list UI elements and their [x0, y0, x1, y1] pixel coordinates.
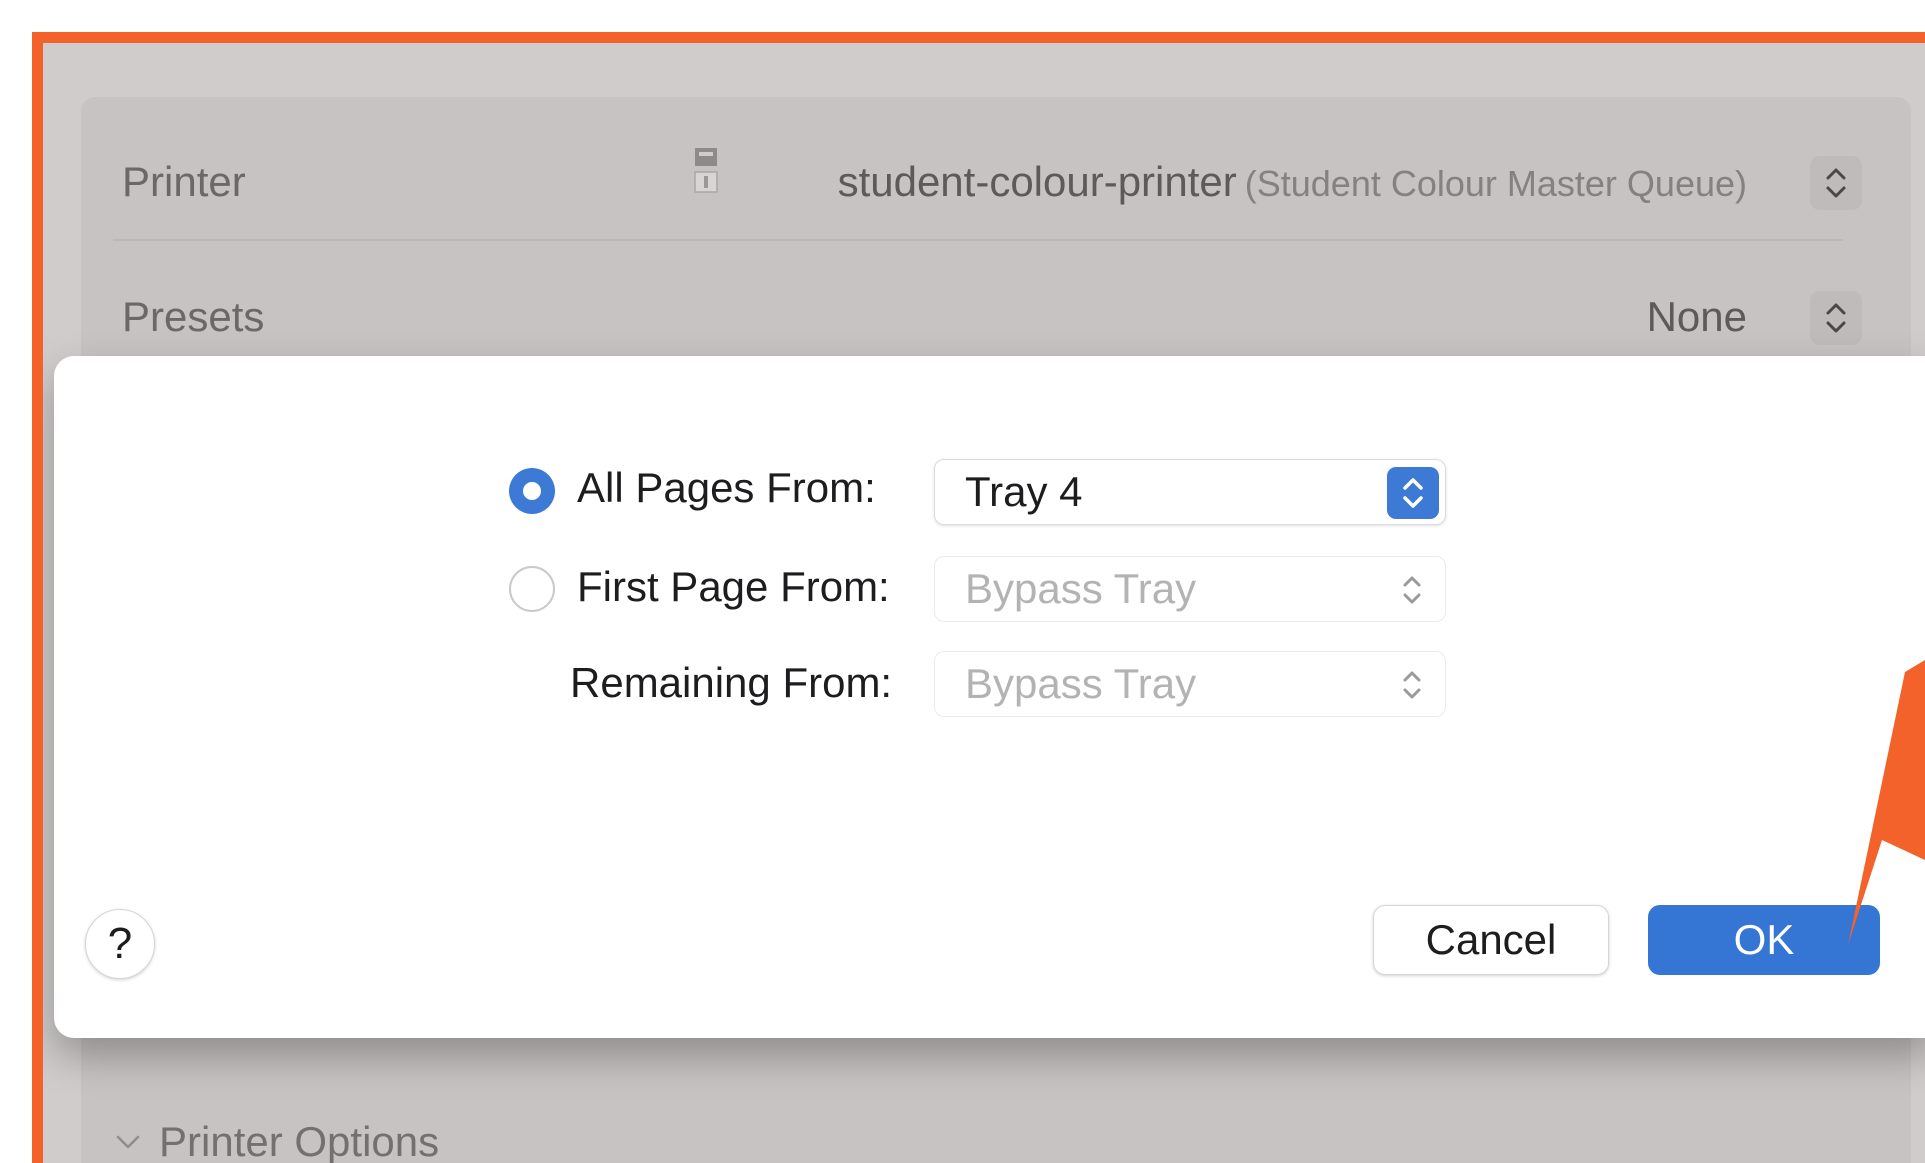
first-page-radio[interactable] [509, 566, 555, 612]
all-pages-source-value: Tray 4 [965, 468, 1083, 515]
chevron-updown-icon [1403, 576, 1421, 604]
popup-arrows [1387, 467, 1439, 519]
ok-button[interactable]: OK [1648, 905, 1880, 975]
chevron-updown-icon [1826, 168, 1846, 198]
printer-popup-arrows[interactable] [1810, 156, 1862, 210]
chevron-updown-icon [1826, 303, 1846, 333]
printer-options-disclosure[interactable]: Printer Options [115, 1118, 439, 1163]
remaining-source-value: Bypass Tray [965, 660, 1197, 707]
first-page-label: First Page From: [577, 563, 890, 610]
presets-value[interactable]: None [1647, 293, 1747, 341]
cancel-button[interactable]: Cancel [1373, 905, 1609, 975]
all-pages-label: All Pages From: [577, 464, 876, 511]
highlight-frame: Printer student-colour-printer (Student C… [32, 32, 1925, 1163]
printer-icon [694, 148, 718, 193]
printer-options-label: Printer Options [159, 1118, 440, 1163]
printer-selector[interactable]: student-colour-printer (Student Colour Ma… [838, 158, 1747, 206]
chevron-down-icon [116, 1135, 140, 1149]
first-page-source-value: Bypass Tray [965, 565, 1197, 612]
all-pages-radio[interactable] [509, 468, 555, 514]
presets-label: Presets [122, 293, 265, 340]
chevron-updown-icon [1403, 478, 1423, 508]
help-button[interactable]: ? [85, 909, 155, 979]
presets-popup-arrows[interactable] [1810, 291, 1862, 345]
popup-arrows [1389, 567, 1435, 613]
divider [113, 239, 1843, 241]
paper-feed-sheet: All Pages From: Tray 4 First Page From: … [54, 356, 1925, 1038]
first-page-source-popup[interactable]: Bypass Tray [934, 556, 1446, 622]
printer-name: student-colour-printer [837, 158, 1237, 205]
popup-arrows [1389, 662, 1435, 708]
printer-label: Printer [122, 158, 246, 205]
chevron-updown-icon [1403, 671, 1421, 699]
printer-queue: (Student Colour Master Queue) [1244, 163, 1747, 204]
remaining-label: Remaining From: [570, 659, 893, 706]
all-pages-source-popup[interactable]: Tray 4 [934, 459, 1446, 525]
remaining-source-popup[interactable]: Bypass Tray [934, 651, 1446, 717]
